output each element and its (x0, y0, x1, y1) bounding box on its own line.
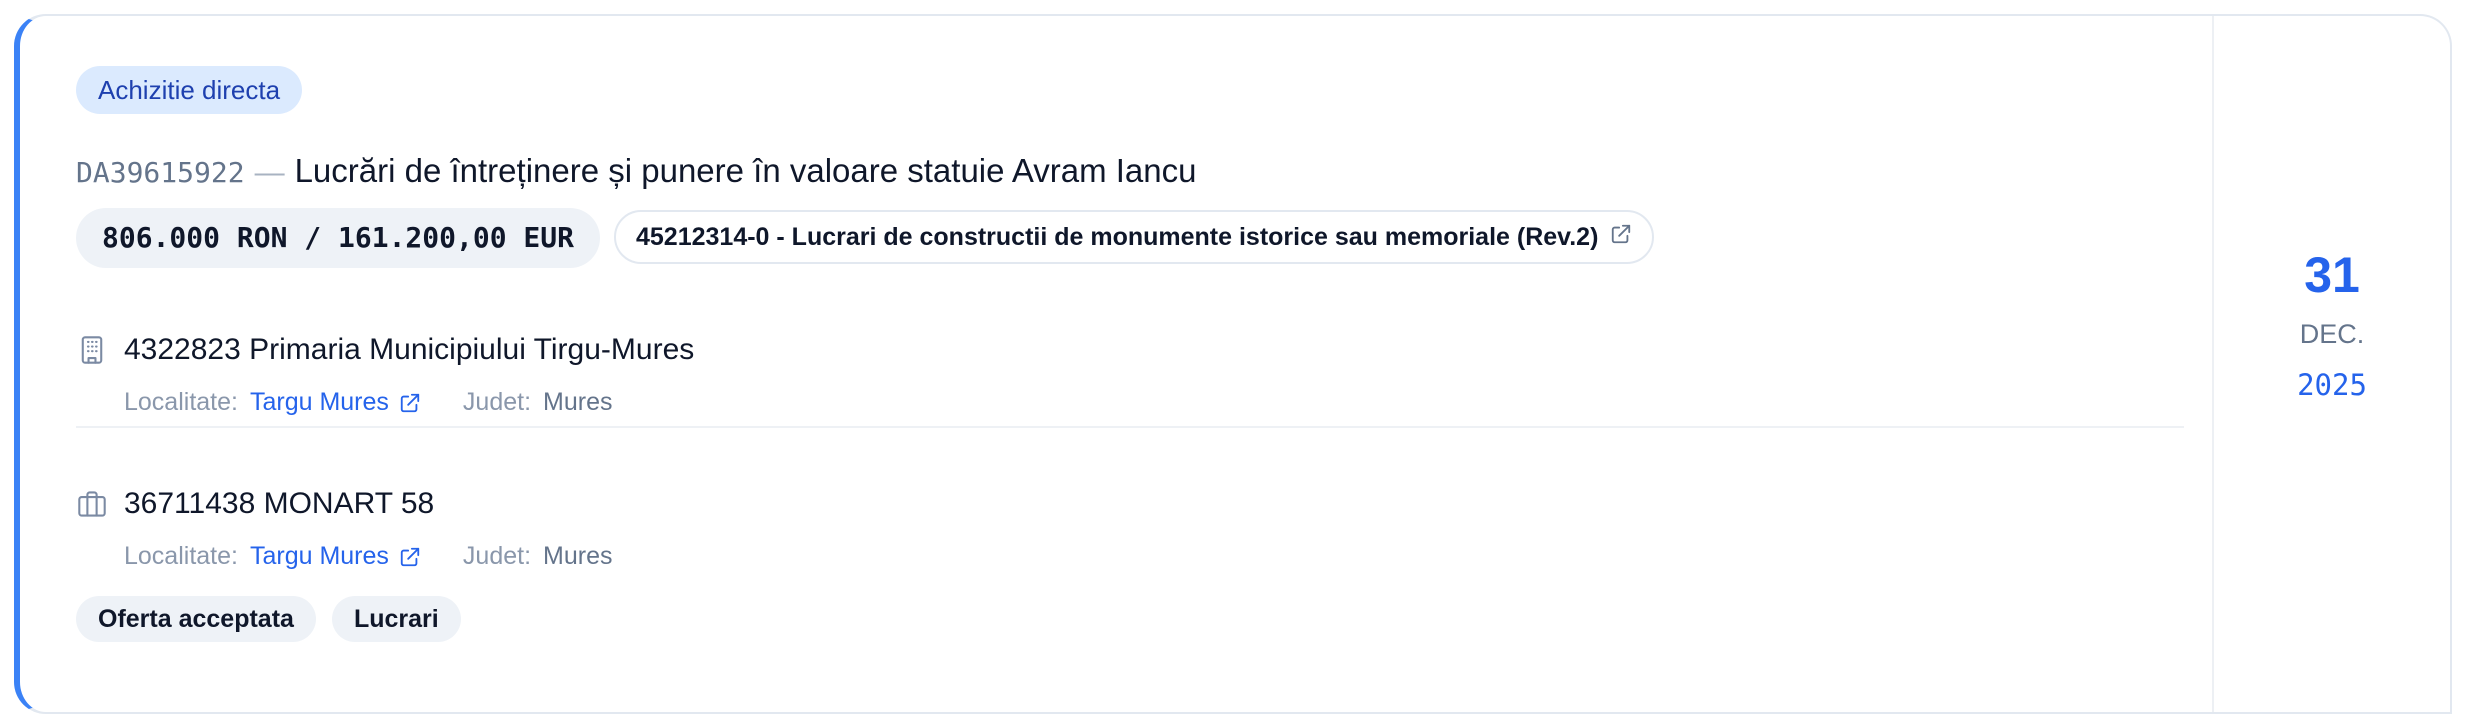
county-label: Judet: (462, 542, 532, 570)
notice-card[interactable]: Achizitie directa DA39615922 — Lucrări de … (14, 14, 2452, 714)
date-month: DEC. (2299, 318, 2365, 349)
status-tag: Oferta acceptata (76, 596, 316, 642)
cpv-code-chip[interactable]: 45212314-0 - Lucrari de constructii de m… (614, 210, 1655, 264)
supplier-name[interactable]: 36711438 MONART 58 (124, 487, 434, 521)
authority-county: Mures (543, 388, 613, 416)
date-year: 2025 (2297, 367, 2367, 402)
external-link-icon (1610, 212, 1632, 262)
authority-name[interactable]: 4322823 Primaria Municipiului Tirgu-Mure… (124, 333, 694, 367)
notice-title-line[interactable]: DA39615922 — Lucrări de întreținere și pun… (76, 152, 1196, 190)
supplier: 36711438 MONART 58 Localitate: Targu Mur… (76, 484, 2184, 571)
authority-locality-link[interactable]: Targu Mures (250, 388, 389, 417)
divider (76, 426, 2184, 428)
external-link-icon[interactable] (399, 546, 421, 568)
procedure-type-badge: Achizitie directa (76, 66, 303, 114)
locality-label: Localitate: (124, 388, 238, 416)
locality-label: Localitate: (124, 542, 238, 570)
building-icon (76, 334, 108, 366)
notice-main: Achizitie directa DA39615922 — Lucrări de … (20, 16, 2212, 712)
briefcase-icon (76, 488, 108, 520)
title-separator: — (254, 156, 285, 189)
county-label: Judet: (462, 388, 532, 416)
supplier-county: Mures (543, 542, 613, 570)
date-panel: 31 DEC. 2025 (2212, 16, 2450, 712)
estimated-value: 806.000 RON / 161.200,00 EUR (76, 208, 601, 268)
external-link-icon[interactable] (399, 392, 421, 414)
notice-title[interactable]: Lucrări de întreținere și punere în valo… (295, 152, 1197, 189)
contracting-authority: 4322823 Primaria Municipiului Tirgu-Mure… (76, 330, 2184, 417)
supplier-locality-link[interactable]: Targu Mures (250, 542, 389, 571)
category-tag: Lucrari (331, 596, 461, 642)
status-tags: Oferta acceptata Lucrari (76, 596, 477, 642)
notice-code: DA39615922 (76, 156, 245, 189)
date-day: 31 (2304, 246, 2360, 303)
cpv-code-label: 45212314-0 - Lucrari de constructii de m… (636, 223, 1599, 251)
